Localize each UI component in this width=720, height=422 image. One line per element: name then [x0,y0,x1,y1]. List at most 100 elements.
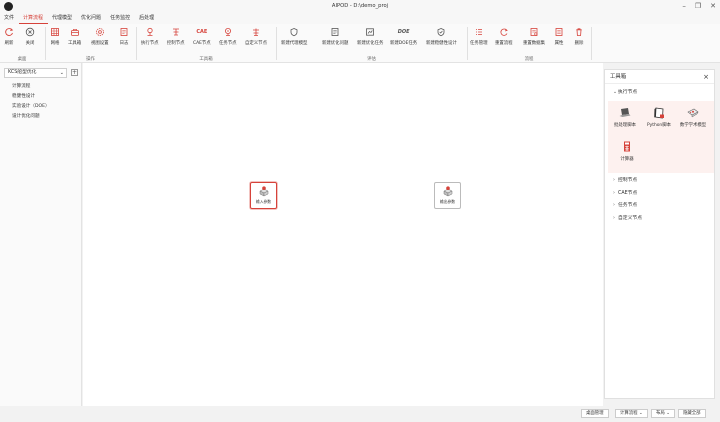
project-tree: 计算流程 稳健性设计 实验设计（DOE） 设计优化问题 [12,82,50,122]
toolbox-section-control[interactable]: › 控制节点 [605,176,714,186]
grid-button[interactable]: 网格 [50,27,60,46]
control-node-button[interactable]: 控制节点 [167,27,185,46]
document-icon [331,28,339,36]
group-label-evaluate: 评估 [367,57,376,62]
new-robust-design-button[interactable]: 新建稳健性设计 [426,27,457,46]
calculator-icon [624,141,630,152]
output-params-node[interactable]: 输出参数 [434,182,461,209]
project-panel: KCS船型优化 ⌄ + 计算流程 稳健性设计 实验设计（DOE） 设计优化问题 [0,63,82,406]
toolbox-section-custom[interactable]: › 自定义节点 [605,214,714,224]
tree-item-workflow[interactable]: 计算流程 [12,82,50,92]
task-manager-button[interactable]: 任务管理 [470,27,488,46]
gear-icon [95,28,104,36]
control-node-icon [172,28,179,36]
toolbox-section-execute[interactable]: ⌄执行节点 [605,88,714,98]
delete-button[interactable]: 删除 [574,27,584,46]
chevron-down-icon: ⌄ [59,70,64,76]
ribbon-separator [591,27,592,60]
menu-bar: 文件 计算流程 代理模型 优化问题 任务监控 后处理 [0,13,720,24]
execute-node-icon [147,27,153,36]
new-opt-task-button[interactable]: 新建优化任务 [357,27,383,46]
hide-all-button[interactable]: 隐藏全部 [678,409,706,418]
minimize-icon[interactable]: – [682,2,686,10]
new-opt-problem-button[interactable]: 新建优化问题 [322,27,348,46]
laptop-icon [619,108,631,117]
execute-node-items: 批处理脚本 Python脚本 数学学术模型 计算器 [608,101,714,173]
toolbox-item-math-model[interactable]: 数学学术模型 [678,106,708,128]
title-bar: AIPOD - D:\demo_proj – ❐ ✕ [0,0,720,13]
properties-icon [555,28,563,36]
group-label-toolbox: 工具箱 [199,57,213,62]
toolbox-panel: 工具箱 × ⌄执行节点 批处理脚本 Python脚本 数学学术模型 计算器 › 控… [604,69,715,399]
output-params-icon [442,186,453,197]
close-window-icon[interactable]: ✕ [710,2,716,10]
close-icon[interactable]: × [703,70,709,84]
custom-node-button[interactable]: 自定义节点 [245,27,267,46]
chevron-down-icon: ⌄ [666,411,670,416]
new-doe-task-button[interactable]: DOE 新建DOE任务 [390,27,417,46]
input-params-node[interactable]: 输入参数 [250,182,277,209]
reset-dataset-button[interactable]: 重置数据集 [523,27,545,46]
project-dropdown[interactable]: KCS船型优化 ⌄ [4,68,67,78]
collapsed-sections: › 控制节点 › CAE节点 › 任务节点 › 自定义节点 [605,176,714,224]
group-label-desktop: 桌面 [17,57,27,62]
view-settings-button[interactable]: 视图设置 [91,27,109,46]
maximize-icon[interactable]: ❐ [695,2,701,10]
add-project-button[interactable]: + [71,69,78,76]
input-params-icon [258,186,269,197]
menu-optimization[interactable]: 优化问题 [77,13,106,24]
workflow-dropdown[interactable]: 计算流程 ⌄ [615,409,648,418]
task-node-icon [224,28,231,36]
toolbox-button[interactable]: 工具箱 [68,27,81,46]
menu-file[interactable]: 文件 [0,13,19,24]
doe-icon: DOE [397,29,410,35]
toolbox-section-cae[interactable]: › CAE节点 [605,189,714,199]
task-node-button[interactable]: 任务节点 [219,27,237,46]
reset-workflow-button[interactable]: 重置流程 [495,27,513,46]
refresh-button[interactable]: 刷新 [4,27,14,46]
cae-node-button[interactable]: CAE CAE节点 [193,27,211,46]
toolbox-title: 工具箱 [610,74,627,80]
new-surrogate-button[interactable]: 新建代理模型 [281,27,307,46]
ribbon-toolbar: 刷新 关闭 桌面 网格 工具箱 视图设置 日志 操作 执行节点 控制节点 CAE… [0,24,720,63]
custom-node-icon [252,28,259,36]
ribbon-group-workflow: 任务管理 重置流程 重置数据集 属性 删除 流程 [468,24,590,63]
toolbox-header: 工具箱 × [605,70,714,84]
log-icon [120,28,128,36]
log-button[interactable]: 日志 [119,27,129,46]
tree-item-opt-problem[interactable]: 设计优化问题 [12,112,50,122]
cae-icon: CAE [196,29,208,35]
window-title: AIPOD - D:\demo_proj [331,3,389,9]
toolbox-item-calculator[interactable]: 计算器 [612,140,642,162]
tree-item-doe[interactable]: 实验设计（DOE） [12,102,50,112]
group-label-operation: 操作 [86,57,95,62]
toolbox-icon [70,28,79,36]
menu-surrogate[interactable]: 代理模型 [48,13,77,24]
chevron-down-icon: ⌄ [638,411,643,416]
properties-button[interactable]: 属性 [554,27,564,46]
grid-icon [51,28,59,36]
ribbon-group-toolbox: 执行节点 控制节点 CAE CAE节点 任务节点 自定义节点 工具箱 [137,24,275,63]
toolbox-item-batch-script[interactable]: 批处理脚本 [610,106,640,128]
list-icon [475,29,482,35]
ribbon-group-evaluate: 新建代理模型 新建优化问题 新建优化任务 DOE 新建DOE任务 新建稳健性设计… [277,24,466,63]
menu-postprocess[interactable]: 后处理 [135,13,159,24]
workflow-canvas[interactable]: 输入参数 输出参数 [83,63,603,406]
group-label-workflow: 流程 [524,57,534,62]
toolbox-item-python-script[interactable]: Python脚本 [644,106,674,128]
close-button[interactable]: 关闭 [25,27,35,46]
tree-item-robust-design[interactable]: 稳健性设计 [12,92,50,102]
status-bar: 桌面管理 计算流程 ⌄ 布局 ⌄ 隐藏全部 [0,406,720,422]
layout-dropdown[interactable]: 布局 ⌄ [651,409,675,418]
desktop-manager-button[interactable]: 桌面管理 [581,409,609,418]
menu-task-monitor[interactable]: 任务监控 [106,13,135,24]
python-script-icon [654,107,664,119]
opt-task-icon [366,28,375,36]
menu-workflow[interactable]: 计算流程 [19,13,49,24]
shield-check-icon [437,28,445,37]
close-circle-icon [25,27,35,37]
toolbox-section-task[interactable]: › 任务节点 [605,201,714,211]
execute-node-button[interactable]: 执行节点 [141,27,159,46]
ribbon-group-desktop: 刷新 关闭 桌面 [0,24,44,63]
math-model-icon [687,108,699,118]
